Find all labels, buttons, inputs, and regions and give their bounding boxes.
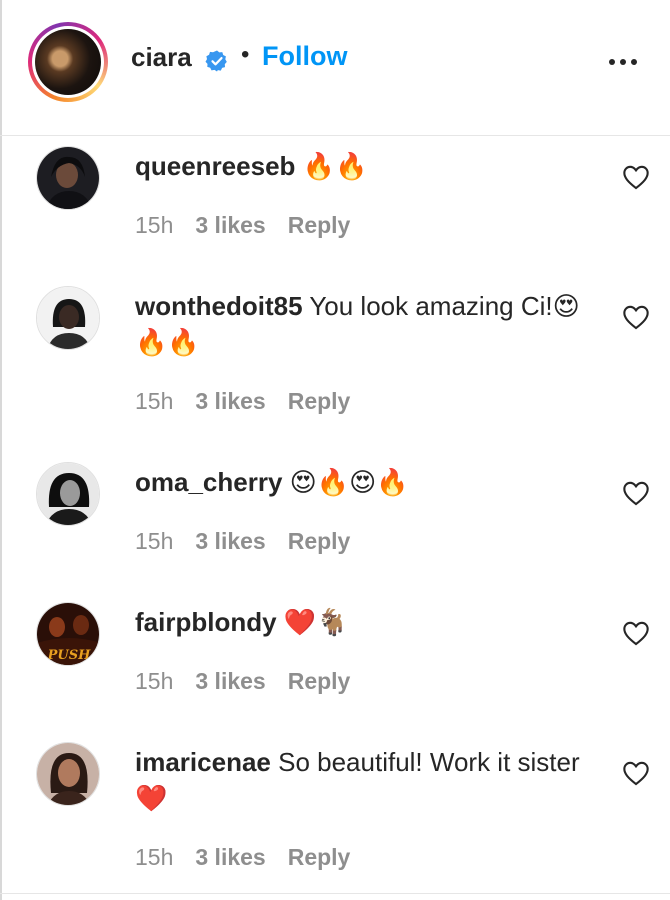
reply-button[interactable]: Reply <box>288 212 351 238</box>
follow-button[interactable]: Follow <box>262 41 347 72</box>
comment-username[interactable]: imaricenae <box>135 747 271 777</box>
reply-button[interactable]: Reply <box>288 388 351 414</box>
like-heart-icon[interactable] <box>622 620 650 646</box>
comment-meta: 15h 3 likes Reply <box>135 388 350 415</box>
reply-button[interactable]: Reply <box>288 528 351 554</box>
comment-time: 15h <box>135 668 174 694</box>
comment-username[interactable]: fairpblondy <box>135 607 277 637</box>
comment-likes[interactable]: 3 likes <box>195 388 265 414</box>
comment-body: ❤️🐐 <box>283 607 349 637</box>
comment-likes[interactable]: 3 likes <box>195 212 265 238</box>
comment-time: 15h <box>135 844 174 870</box>
comment-username[interactable]: wonthedoit85 <box>135 291 303 321</box>
comment-time: 15h <box>135 212 174 238</box>
profile-avatar[interactable] <box>28 22 108 102</box>
post-header: ciara • Follow <box>0 0 670 136</box>
comment-time: 15h <box>135 388 174 414</box>
verified-badge-icon <box>205 50 227 72</box>
comment-meta: 15h 3 likes Reply <box>135 844 350 871</box>
commenter-avatar[interactable] <box>36 742 100 806</box>
comment-text: wonthedoit85 You look amazing Ci!😍🔥🔥 <box>135 288 595 360</box>
comment-likes[interactable]: 3 likes <box>195 844 265 870</box>
reply-button[interactable]: Reply <box>288 844 351 870</box>
comment-username[interactable]: oma_cherry <box>135 467 282 497</box>
commenter-avatar[interactable] <box>36 286 100 350</box>
like-heart-icon[interactable] <box>622 304 650 330</box>
comment-meta: 15h 3 likes Reply <box>135 528 350 555</box>
like-heart-icon[interactable] <box>622 164 650 190</box>
like-heart-icon[interactable] <box>622 760 650 786</box>
comment-meta: 15h 3 likes Reply <box>135 212 350 239</box>
comment-likes[interactable]: 3 likes <box>195 528 265 554</box>
comment-likes[interactable]: 3 likes <box>195 668 265 694</box>
post-author-username[interactable]: ciara <box>131 42 192 73</box>
comment-username[interactable]: queenreeseb <box>135 151 295 181</box>
comment-text: oma_cherry 😍🔥😍🔥 <box>135 464 595 500</box>
comment-text: fairpblondy ❤️🐐 <box>135 604 595 640</box>
bottom-divider <box>0 893 670 894</box>
commenter-avatar[interactable] <box>36 146 100 210</box>
comment-time: 15h <box>135 528 174 554</box>
like-heart-icon[interactable] <box>622 480 650 506</box>
reply-button[interactable]: Reply <box>288 668 351 694</box>
header-separator: • <box>241 41 250 68</box>
commenter-avatar[interactable] <box>36 462 100 526</box>
avatar-poster-text: PUSH <box>47 648 92 663</box>
commenter-avatar[interactable]: PUSH <box>36 602 100 666</box>
comment-body: 😍🔥😍🔥 <box>289 467 409 497</box>
comment-body: 🔥🔥 <box>302 151 368 181</box>
comment-meta: 15h 3 likes Reply <box>135 668 350 695</box>
comment-text: queenreeseb 🔥🔥 <box>135 148 595 184</box>
more-options-icon[interactable] <box>605 50 641 74</box>
comment-text: imaricenae So beautiful! Work it sister … <box>135 744 595 816</box>
